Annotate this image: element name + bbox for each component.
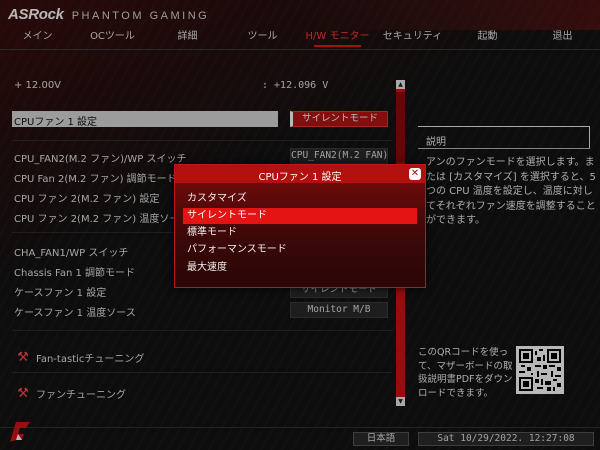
cpu-fan1-setting-dialog: CPUファン 1 設定 ✕ カスタマイズ サイレントモード 標準モード パフォー… [174, 164, 426, 288]
option-silent-mode[interactable]: サイレントモード [183, 208, 417, 224]
option-customize[interactable]: カスタマイズ [183, 191, 417, 207]
option-full-speed[interactable]: 最大速度 [183, 260, 417, 276]
close-icon[interactable]: ✕ [409, 168, 421, 180]
option-performance-mode[interactable]: パフォーマンスモード [183, 242, 417, 258]
option-standard-mode[interactable]: 標準モード [183, 225, 417, 241]
dialog-title: CPUファン 1 設定 [258, 172, 342, 183]
